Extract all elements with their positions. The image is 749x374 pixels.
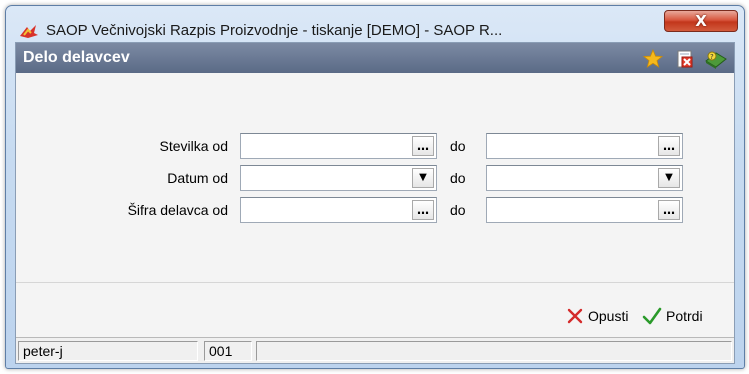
help-book-icon[interactable]: ?: [704, 49, 728, 69]
application-window: SAOP Večnivojski Razpis Proizvodnje - ti…: [5, 5, 745, 369]
ellipsis-icon: …: [663, 139, 675, 153]
client-area: Delo delavcev ? Stevilka od … do … Datum…: [15, 42, 735, 364]
date-to-dropdown-button[interactable]: ▼: [658, 168, 680, 188]
ellipsis-icon: …: [417, 203, 429, 217]
date-to-dropdown[interactable]: ▼: [486, 165, 683, 191]
date-from-label: Datum od: [167, 170, 228, 186]
ellipsis-icon: …: [417, 139, 429, 153]
cancel-icon: [567, 308, 583, 324]
close-button[interactable]: X: [664, 10, 738, 32]
number-to-label: do: [450, 138, 466, 154]
number-to-browse-button[interactable]: …: [658, 136, 680, 156]
date-from-dropdown-button[interactable]: ▼: [412, 168, 434, 188]
star-icon[interactable]: [643, 49, 663, 69]
worker-code-from-label: Šifra delavca od: [127, 202, 228, 218]
status-user: peter-j: [18, 341, 198, 361]
status-info: [256, 341, 732, 361]
ellipsis-icon: …: [663, 203, 675, 217]
svg-text:?: ?: [710, 53, 714, 61]
status-bar: peter-j 001: [16, 337, 734, 363]
worker-code-to-input[interactable]: …: [486, 197, 683, 223]
worker-code-from-browse-button[interactable]: …: [412, 200, 434, 220]
cancel-label: Opusti: [588, 308, 629, 324]
number-from-input[interactable]: …: [240, 133, 437, 159]
delete-report-icon[interactable]: [675, 49, 695, 69]
app-logo-icon: [20, 25, 38, 38]
checkmark-icon: [642, 307, 662, 325]
chevron-down-icon: ▼: [419, 172, 427, 183]
status-code: 001: [204, 341, 252, 361]
number-from-browse-button[interactable]: …: [412, 136, 434, 156]
close-icon: X: [695, 12, 707, 30]
chevron-down-icon: ▼: [665, 172, 673, 183]
cancel-button[interactable]: Opusti: [566, 305, 628, 327]
date-from-dropdown[interactable]: ▼: [240, 165, 437, 191]
worker-code-from-input[interactable]: …: [240, 197, 437, 223]
confirm-button[interactable]: Potrdi: [642, 305, 703, 327]
number-from-label: Stevilka od: [159, 138, 228, 154]
window-title: SAOP Večnivojski Razpis Proizvodnje - ti…: [46, 22, 503, 39]
panel-title: Delo delavcev: [23, 49, 130, 66]
date-to-label: do: [450, 170, 466, 186]
number-to-input[interactable]: …: [486, 133, 683, 159]
worker-code-to-label: do: [450, 202, 466, 218]
form-area: Stevilka od … do … Datum od ▼ do ▼ Šifra…: [16, 73, 734, 276]
worker-code-to-browse-button[interactable]: …: [658, 200, 680, 220]
confirm-label: Potrdi: [666, 308, 703, 324]
panel-header: Delo delavcev ?: [16, 43, 734, 73]
footer-divider: [16, 282, 734, 283]
